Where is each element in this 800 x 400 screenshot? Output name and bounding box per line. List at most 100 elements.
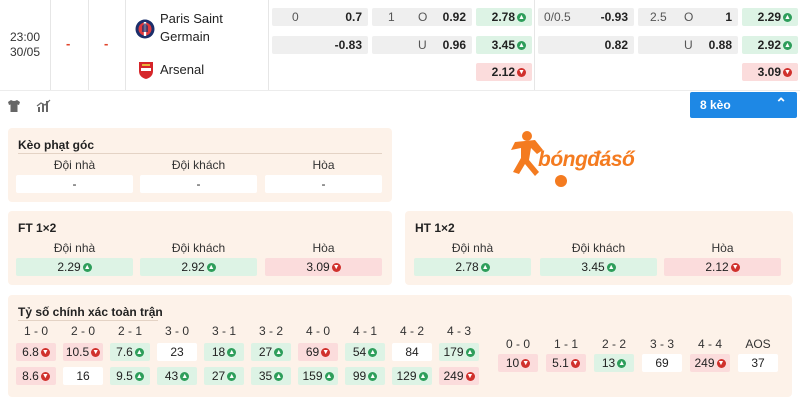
- score-odds-cell[interactable]: 27 ▲: [251, 343, 291, 361]
- score-odds-cell[interactable]: 159 ▲: [298, 367, 338, 385]
- score-odds-cell[interactable]: 9.5 ▲: [110, 367, 150, 385]
- arrow-up-icon: ▲: [227, 348, 237, 358]
- score-odds-cell[interactable]: 129 ▲: [392, 367, 432, 385]
- odds-value: -0.93: [600, 10, 628, 24]
- corner-away-value[interactable]: -: [140, 175, 257, 193]
- ft-over[interactable]: 1 O 0.92: [372, 8, 472, 26]
- score-odds-cell[interactable]: 10.5 ▼: [63, 343, 103, 361]
- score-header: 1 - 0: [23, 324, 48, 338]
- divider: [18, 153, 382, 154]
- ht-handicap-away[interactable]: 0.82: [538, 36, 634, 54]
- ht-handicap-home[interactable]: 0/0.5 -0.93: [538, 8, 634, 26]
- score-odds-cell[interactable]: 18 ▲: [204, 343, 244, 361]
- ht-away-odds[interactable]: 3.45 ▲: [540, 258, 657, 276]
- ft-home-odds[interactable]: 2.29 ▲: [16, 258, 133, 276]
- divider: [18, 320, 158, 321]
- odds-value: 2.78: [491, 10, 515, 24]
- arrow-up-icon: ▲: [783, 41, 792, 51]
- divider: [268, 0, 269, 90]
- odds-value: 13: [601, 356, 616, 370]
- score-odds-cell[interactable]: 13 ▲: [594, 354, 634, 372]
- score-odds-cell[interactable]: 16: [63, 367, 103, 385]
- corner-draw-value[interactable]: -: [265, 175, 382, 193]
- score-odds-cell[interactable]: 37: [738, 354, 778, 372]
- stats-chart-icon[interactable]: [36, 98, 52, 114]
- column-header-draw: Hòa: [711, 241, 734, 255]
- ht-1x2-draw[interactable]: 3.09 ▼: [742, 63, 798, 81]
- ft-1x2-home[interactable]: 2.78 ▲: [476, 8, 532, 26]
- arrow-down-icon: ▼: [321, 348, 331, 358]
- ht-1x2-home[interactable]: 2.29 ▲: [742, 8, 798, 26]
- arrow-down-icon: ▼: [570, 359, 580, 369]
- column-header-away: Đội khách: [571, 241, 626, 255]
- ft-1x2-draw[interactable]: 2.12 ▼: [476, 63, 532, 81]
- divider: [50, 0, 51, 90]
- score-odds-cell[interactable]: 249 ▼: [690, 354, 730, 372]
- odds-value: 5.1: [552, 356, 569, 370]
- shirt-icon[interactable]: [6, 98, 22, 114]
- score-odds-cell[interactable]: 35 ▲: [251, 367, 291, 385]
- ft-handicap-away[interactable]: -0.83: [272, 36, 368, 54]
- score-odds-cell[interactable]: 27 ▲: [204, 367, 244, 385]
- score-header: 0 - 0: [505, 337, 530, 351]
- ft-away-odds[interactable]: 2.92 ▲: [140, 258, 257, 276]
- ht-under[interactable]: U 0.88: [638, 36, 738, 54]
- score-odds-cell[interactable]: 5.1 ▼: [546, 354, 586, 372]
- score-odds-cell[interactable]: 6.8 ▼: [16, 343, 56, 361]
- score-header: 4 - 2: [399, 324, 424, 338]
- arrow-up-icon: ▲: [368, 372, 378, 382]
- odds-value: 2.12: [491, 65, 515, 79]
- away-team-name[interactable]: Arsenal: [160, 61, 204, 79]
- odds-value: 2.29: [757, 10, 781, 24]
- score-odds-cell[interactable]: 43 ▲: [157, 367, 197, 385]
- score-header: 2 - 0: [70, 324, 95, 338]
- arrow-up-icon: ▲: [324, 372, 334, 382]
- arrow-up-icon: ▲: [480, 263, 490, 273]
- score-header: AOS: [745, 337, 771, 351]
- score-odds-cell[interactable]: 8.6 ▼: [16, 367, 56, 385]
- ft-draw-odds[interactable]: 3.09 ▼: [265, 258, 382, 276]
- odds-value: 2.29: [57, 260, 81, 274]
- score-odds-cell[interactable]: 249 ▼: [439, 367, 479, 385]
- score-odds-cell[interactable]: 69: [642, 354, 682, 372]
- chevron-up-icon: ⌃: [775, 95, 787, 111]
- column-header-draw: Hòa: [312, 158, 335, 172]
- corner-home-value[interactable]: -: [16, 175, 133, 193]
- score-header: 4 - 1: [352, 324, 377, 338]
- score-odds-cell[interactable]: 7.6 ▲: [110, 343, 150, 361]
- score-odds-cell[interactable]: 69 ▼: [298, 343, 338, 361]
- home-team-name[interactable]: Paris Saint Germain: [160, 10, 223, 46]
- match-time: 23:00 30/05: [8, 30, 42, 60]
- odds-value: 2.92: [181, 260, 205, 274]
- ft-1x2-away[interactable]: 3.45 ▲: [476, 36, 532, 54]
- arrow-up-icon: ▲: [274, 348, 284, 358]
- arsenal-logo-icon: [139, 62, 153, 79]
- score-odds-cell[interactable]: 99 ▲: [345, 367, 385, 385]
- correct-score-panel: Tỷ số chính xác toàn trận 1 - 0 6.8 ▼ 8.6 ▼ 2…: [8, 295, 792, 397]
- score-odds-cell[interactable]: 10 ▼: [498, 354, 538, 372]
- odds-value: 2.12: [705, 260, 729, 274]
- ft-handicap-home[interactable]: 0 0.7: [272, 8, 368, 26]
- score-odds-cell[interactable]: 54 ▲: [345, 343, 385, 361]
- ht-1x2-away[interactable]: 2.92 ▲: [742, 36, 798, 54]
- ht-over[interactable]: 2.5 O 1: [638, 8, 738, 26]
- score-odds-cell[interactable]: 23: [157, 343, 197, 361]
- ou-line: 2.5: [650, 10, 667, 24]
- ht-draw-odds[interactable]: 2.12 ▼: [664, 258, 781, 276]
- odds-value: 0.96: [442, 38, 466, 52]
- odds-value: 179: [443, 345, 464, 359]
- kickoff-time: 23:00: [9, 30, 41, 44]
- score-header: 3 - 0: [164, 324, 189, 338]
- odds-count-button[interactable]: 8 kèo ⌃: [690, 92, 797, 118]
- score-odds-cell[interactable]: 179 ▲: [439, 343, 479, 361]
- column-header-draw: Hòa: [312, 241, 335, 255]
- arrow-up-icon: ▲: [180, 372, 190, 382]
- arrow-down-icon: ▼: [91, 348, 101, 358]
- ht-home-odds[interactable]: 2.78 ▲: [414, 258, 531, 276]
- score-odds-cell[interactable]: 84: [392, 343, 432, 361]
- arrow-up-icon: ▲: [206, 263, 216, 273]
- ft-under[interactable]: U 0.96: [372, 36, 472, 54]
- odds-value: 37: [751, 356, 765, 370]
- odds-value: 10: [505, 356, 520, 370]
- score-header: 4 - 0: [305, 324, 330, 338]
